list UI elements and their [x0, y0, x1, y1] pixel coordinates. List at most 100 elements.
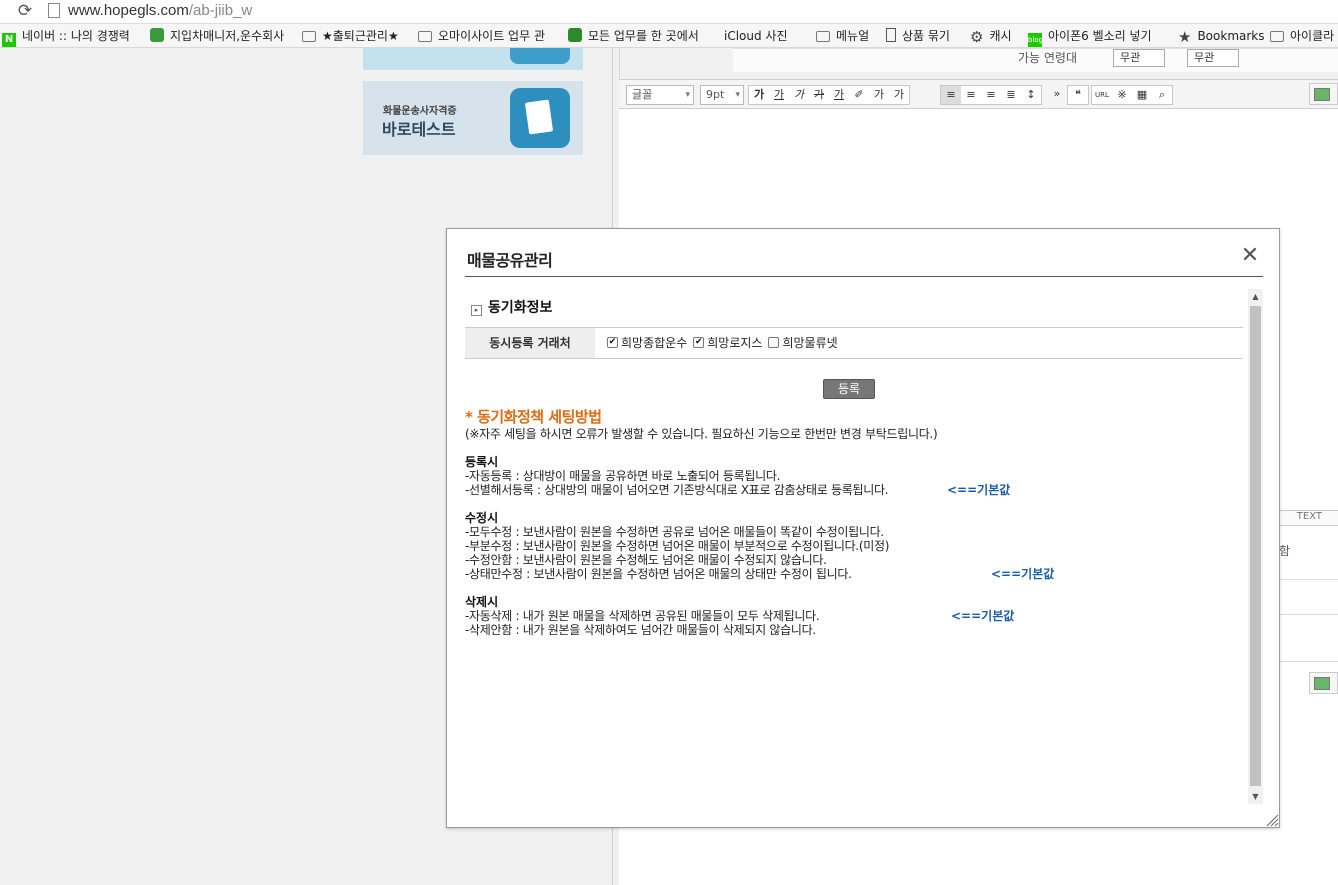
- folder-icon: [302, 31, 316, 42]
- caret-right-icon: ▸: [471, 305, 482, 316]
- divider: [465, 358, 1243, 359]
- folder-icon: [1270, 31, 1284, 42]
- highlight-button[interactable]: ✐: [849, 86, 869, 104]
- image-icon: [1314, 88, 1330, 101]
- align-right-icon[interactable]: ≡: [981, 86, 1001, 104]
- editor-toolbar: 글꼴 9pt 가 가 가 가 가 ✐ 가 가 ≡ ≡ ≡ ≣ ↕ » ❝ URL…: [619, 79, 1338, 109]
- folder-icon: [816, 31, 830, 42]
- age-label: 가능 연령대: [1018, 51, 1078, 65]
- align-center-icon[interactable]: ≡: [961, 86, 981, 104]
- policy-line: -선별해서등록 : 상대방의 매물이 넘어오면 기존방식대로 X표로 감춤상태로…: [465, 483, 889, 497]
- bookmark-item[interactable]: 지입차매니저,운수회사: [150, 27, 284, 45]
- format-buttons: 가 가 가 가 가 ✐ 가 가: [748, 85, 910, 105]
- partner-checkboxes: ✔ 희망종합운수 ✔ 희망로지스 희망물류넷: [607, 334, 838, 351]
- banner-app-icon: [510, 48, 570, 64]
- bookmark-item[interactable]: 메뉴얼: [816, 27, 869, 45]
- font-color-button[interactable]: 가: [829, 86, 849, 104]
- section-title: ▸ 동기화정보: [471, 297, 552, 317]
- image-insert-button-2[interactable]: [1309, 672, 1338, 694]
- modal-body: ▸ 동기화정보 동시등록 거래처 ✔ 희망종합운수 ✔ 희망로지스 희망물류넷 등록 …: [465, 289, 1263, 804]
- blog-icon: blog: [1028, 33, 1043, 47]
- url-field[interactable]: www.hopegls.com/ab-jiib_w: [68, 1, 252, 21]
- strike-button[interactable]: 가: [809, 86, 829, 104]
- table-icon[interactable]: ▦: [1132, 86, 1152, 104]
- truck-icon: [150, 28, 164, 42]
- align-left-icon[interactable]: ≡: [941, 86, 961, 104]
- underline-button[interactable]: 가: [769, 86, 789, 104]
- italic-button[interactable]: 가: [789, 86, 809, 104]
- font-select[interactable]: 글꼴: [626, 85, 694, 105]
- link-icon[interactable]: URL: [1092, 86, 1112, 104]
- star-icon: ★: [1178, 28, 1192, 46]
- address-bar: ⟳ www.hopegls.com/ab-jiib_w: [0, 0, 1338, 24]
- insert-buttons: URL ※ ▦ ⌕: [1091, 85, 1173, 105]
- banner-title: 바로테스트: [382, 120, 456, 139]
- align-buttons: ≡ ≡ ≡ ≣ ↕: [940, 85, 1042, 105]
- checkbox-hope-logis[interactable]: ✔ 희망로지스: [693, 334, 762, 351]
- policy-line: -상태만수정 : 보낸사람이 원본을 수정하면 넘어온 매물의 상태만 수정이 …: [465, 567, 852, 581]
- policy-title: * 동기화정책 세팅방법: [465, 408, 602, 426]
- bookmark-item[interactable]: 상품 묶기: [886, 27, 950, 45]
- policy-note: (※자주 세팅을 하시면 오류가 발생할 수 있습니다. 필요하신 기능으로 한…: [465, 427, 938, 441]
- checkbox[interactable]: [768, 337, 780, 348]
- divider: [465, 276, 1263, 277]
- superscript-button[interactable]: 가: [869, 86, 889, 104]
- divider: [1279, 579, 1338, 580]
- modal-title: 매물공유관리: [467, 251, 553, 270]
- size-select[interactable]: 9pt: [700, 85, 744, 105]
- policy-line: -삭제안함 : 내가 원본을 삭제하여도 넘어간 매물들이 삭제되지 않습니다.: [465, 623, 816, 637]
- modal-scrollbar[interactable]: ▲ ▼: [1248, 289, 1263, 804]
- bookmark-item[interactable]: blog 아이폰6 벨소리 넣기: [1028, 27, 1152, 47]
- banner-top[interactable]: [363, 48, 583, 70]
- divider: [1279, 614, 1338, 615]
- bold-button[interactable]: 가: [749, 86, 769, 104]
- checkbox-hope-logistics-net[interactable]: 희망물류넷: [768, 334, 838, 351]
- resize-grip-icon[interactable]: [1265, 813, 1279, 827]
- quote-buttons: ❝: [1067, 85, 1089, 105]
- more-icon[interactable]: »: [1047, 85, 1067, 103]
- register-button[interactable]: 등록: [823, 379, 875, 399]
- bookmark-item[interactable]: N 네이버 :: 나의 경쟁력: [2, 27, 130, 47]
- naver-icon: N: [2, 33, 16, 47]
- bookmark-item[interactable]: ★ Bookmarks: [1178, 27, 1265, 45]
- divider: [1279, 661, 1338, 662]
- bookmark-item[interactable]: 아이클라: [1270, 27, 1334, 45]
- bookmark-item[interactable]: 오마이사이트 업무 관: [418, 27, 545, 45]
- banner-barotest[interactable]: 화물운송사자격증 바로테스트: [363, 81, 583, 155]
- bookmark-item[interactable]: 모든 업무를 한 곳에서: [568, 27, 699, 45]
- line-height-icon[interactable]: ↕: [1021, 86, 1041, 104]
- justify-icon[interactable]: ≣: [1001, 86, 1021, 104]
- gear-icon: ⚙: [970, 28, 984, 46]
- age-select-2[interactable]: 무관: [1187, 49, 1239, 67]
- quote-icon[interactable]: ❝: [1068, 86, 1088, 104]
- default-tag: <==기본값: [951, 609, 1015, 623]
- subscript-button[interactable]: 가: [889, 86, 909, 104]
- scroll-up-icon[interactable]: ▲: [1248, 289, 1263, 304]
- default-tag: <==기본값: [991, 567, 1055, 581]
- checkbox-hope-transport[interactable]: ✔ 희망종합운수: [607, 334, 687, 351]
- evernote-icon: [568, 28, 582, 42]
- reload-icon[interactable]: ⟳: [14, 1, 36, 21]
- url-path: /ab-jiib_w: [188, 2, 253, 19]
- url-host: www.hopegls.com: [68, 2, 189, 19]
- bookmarks-bar: N 네이버 :: 나의 경쟁력 지입차매니저,운수회사 ★출퇴근관리★ 오마이사이…: [0, 24, 1338, 48]
- folder-icon: [418, 31, 432, 42]
- scrollbar-thumb[interactable]: [1250, 306, 1261, 786]
- bookmark-item[interactable]: iCloud 사진: [718, 27, 788, 45]
- pencil-paper-icon: [510, 88, 570, 148]
- form-row: 가능 연령대 무관 무관: [733, 48, 1338, 72]
- special-char-icon[interactable]: ※: [1112, 86, 1132, 104]
- checkbox[interactable]: ✔: [693, 337, 705, 348]
- side-text: 함: [1279, 544, 1291, 558]
- age-select-1[interactable]: 무관: [1113, 49, 1165, 67]
- bookmark-item[interactable]: ★출퇴근관리★: [302, 27, 399, 45]
- close-icon[interactable]: ✕: [1239, 245, 1261, 268]
- image-insert-button[interactable]: [1309, 83, 1338, 105]
- share-management-modal: 매물공유관리 ✕ ▸ 동기화정보 동시등록 거래처 ✔ 희망종합운수 ✔ 희망로지스 …: [446, 228, 1280, 828]
- search-icon[interactable]: ⌕: [1152, 86, 1172, 104]
- document-icon: [886, 28, 896, 42]
- scroll-down-icon[interactable]: ▼: [1248, 789, 1263, 804]
- checkbox[interactable]: ✔: [607, 337, 618, 348]
- text-mode-tab[interactable]: TEXT: [1279, 510, 1338, 526]
- bookmark-item[interactable]: ⚙ 캐시: [970, 27, 1012, 45]
